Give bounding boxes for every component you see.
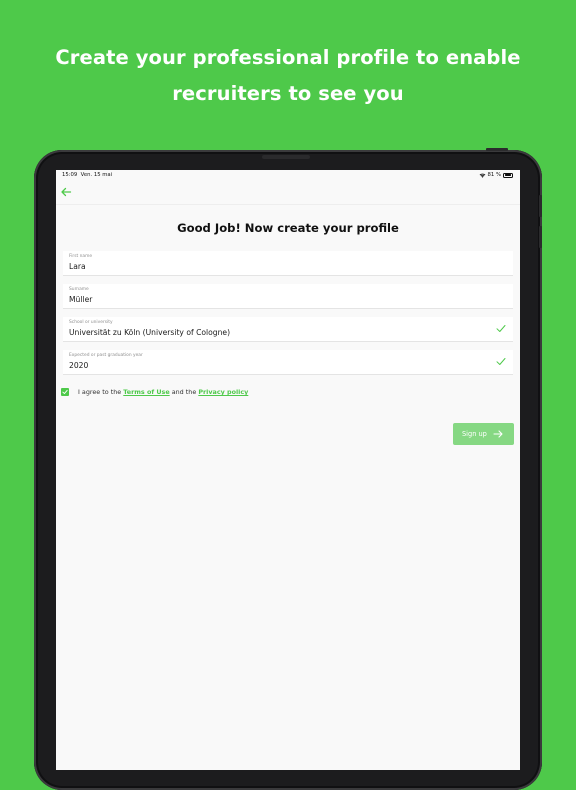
sign-up-label: Sign up bbox=[462, 430, 487, 438]
wifi-icon bbox=[479, 173, 485, 178]
terms-prefix: I agree to the bbox=[78, 388, 122, 396]
surname-field[interactable]: Surname Müller bbox=[63, 284, 513, 309]
first-name-label: First name bbox=[69, 254, 93, 259]
terms-middle: and the bbox=[171, 388, 197, 396]
surname-label: Surname bbox=[69, 287, 89, 292]
sign-up-button[interactable]: Sign up bbox=[453, 423, 514, 445]
graduation-year-label: Expected or past graduation year bbox=[69, 353, 143, 358]
status-time: 15:09 bbox=[62, 172, 78, 178]
graduation-year-value[interactable]: 2020 bbox=[69, 361, 88, 370]
status-date: Ven. 15 mai bbox=[80, 172, 113, 178]
promo-headline: Create your professional profile to enab… bbox=[55, 46, 521, 105]
check-icon bbox=[496, 358, 506, 365]
status-time-date: 15:09 Ven. 15 mai bbox=[62, 172, 112, 178]
checkbox-check-icon bbox=[62, 389, 68, 395]
school-value[interactable]: Universität zu Köln (University of Colog… bbox=[69, 328, 230, 337]
terms-of-use-link[interactable]: Terms of Use bbox=[123, 388, 169, 396]
app-screen: 15:09 Ven. 15 mai 81 % Good Job! Now cre… bbox=[56, 170, 520, 770]
page-title: Good Job! Now create your profile bbox=[177, 221, 399, 235]
school-field[interactable]: School or university Universität zu Köln… bbox=[63, 317, 513, 342]
status-bar: 15:09 Ven. 15 mai 81 % bbox=[56, 170, 520, 182]
first-name-field[interactable]: First name Lara bbox=[63, 251, 513, 276]
tablet-camera bbox=[262, 155, 310, 159]
tablet-volume-down-button bbox=[539, 226, 542, 248]
tablet-volume-up-button bbox=[539, 195, 542, 217]
battery-percent: 81 % bbox=[487, 172, 501, 178]
graduation-year-field[interactable]: Expected or past graduation year 2020 bbox=[63, 350, 513, 375]
check-icon bbox=[496, 325, 506, 332]
terms-agreement: I agree to the Terms of Use and the Priv… bbox=[61, 388, 248, 396]
terms-checkbox[interactable] bbox=[61, 388, 69, 396]
battery-icon bbox=[503, 172, 513, 178]
status-indicators: 81 % bbox=[479, 172, 513, 178]
arrow-right-icon bbox=[493, 430, 503, 438]
privacy-policy-link[interactable]: Privacy policy bbox=[198, 388, 248, 396]
surname-value[interactable]: Müller bbox=[69, 295, 92, 304]
nav-divider bbox=[56, 204, 520, 205]
school-label: School or university bbox=[69, 320, 113, 325]
back-arrow-icon[interactable] bbox=[60, 186, 72, 198]
first-name-value[interactable]: Lara bbox=[69, 262, 86, 271]
tablet-top-button bbox=[486, 148, 508, 151]
